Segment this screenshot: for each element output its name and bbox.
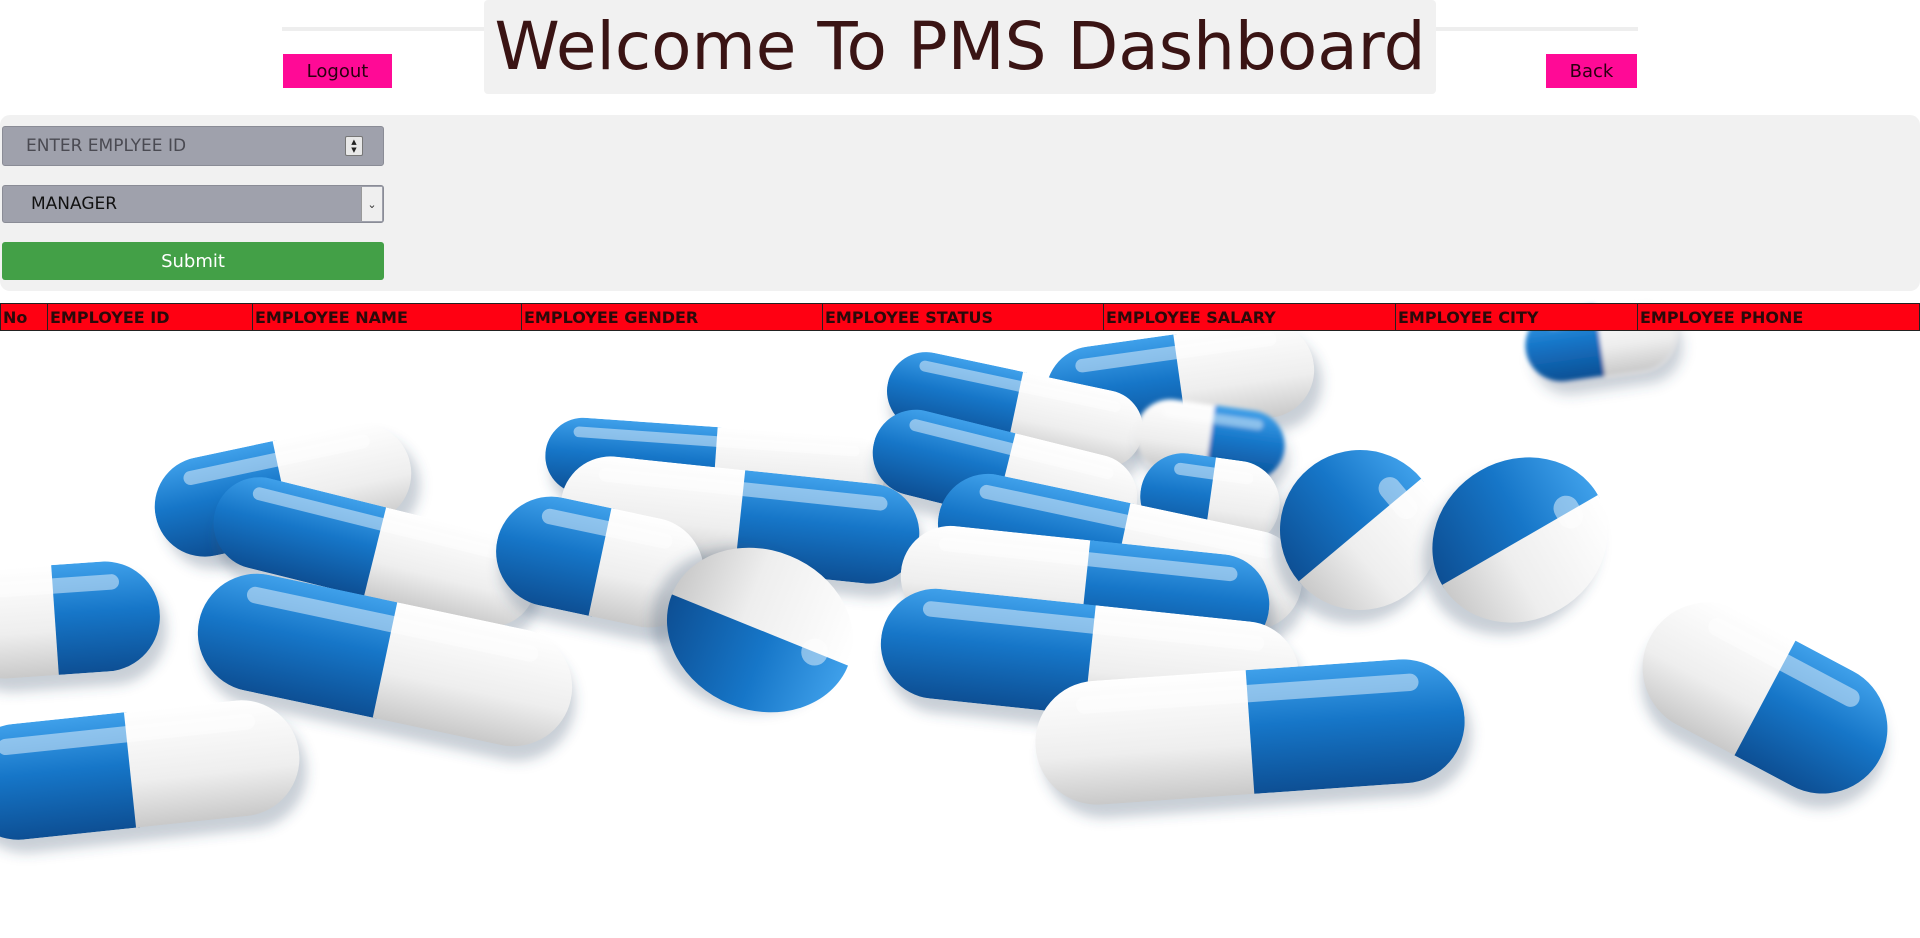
column-header-employee-salary: EMPLOYEE SALARY [1104, 304, 1396, 330]
title-banner: Welcome To PMS Dashboard [484, 0, 1436, 94]
page-title: Welcome To PMS Dashboard [494, 8, 1426, 85]
submit-button[interactable]: Submit [2, 242, 384, 280]
employee-id-placeholder: ENTER EMPLYEE ID [26, 136, 187, 156]
employee-table-header: No EMPLOYEE ID EMPLOYEE NAME EMPLOYEE GE… [0, 303, 1920, 331]
capsule-pill [0, 557, 167, 693]
column-header-employee-gender: EMPLOYEE GENDER [522, 304, 823, 330]
number-stepper-icon[interactable]: ▲ ▼ [345, 136, 363, 156]
column-header-employee-status: EMPLOYEE STATUS [823, 304, 1104, 330]
role-selected-value: MANAGER [31, 194, 118, 214]
role-select[interactable]: MANAGER ⌄ [2, 185, 384, 223]
dashboard-page: Logout Welcome To PMS Dashboard Back ENT… [0, 0, 1920, 938]
capsule-pill [1402, 425, 1638, 655]
column-header-employee-id: EMPLOYEE ID [48, 304, 253, 330]
search-form-panel: ENTER EMPLYEE ID ▲ ▼ MANAGER ⌄ Submit [0, 115, 1920, 291]
capsules-background-image [0, 293, 1911, 854]
logout-button[interactable]: Logout [283, 54, 392, 88]
back-button[interactable]: Back [1546, 54, 1637, 88]
column-header-employee-city: EMPLOYEE CITY [1396, 304, 1638, 330]
column-header-employee-phone: EMPLOYEE PHONE [1640, 307, 1804, 327]
column-header-no: No [1, 304, 48, 330]
chevron-down-icon[interactable]: ⌄ [361, 187, 382, 221]
employee-id-input[interactable]: ENTER EMPLYEE ID ▲ ▼ [2, 126, 384, 166]
capsule-pill [0, 694, 307, 854]
capsule-pill [1619, 579, 1911, 817]
column-header-employee-name: EMPLOYEE NAME [253, 304, 522, 330]
